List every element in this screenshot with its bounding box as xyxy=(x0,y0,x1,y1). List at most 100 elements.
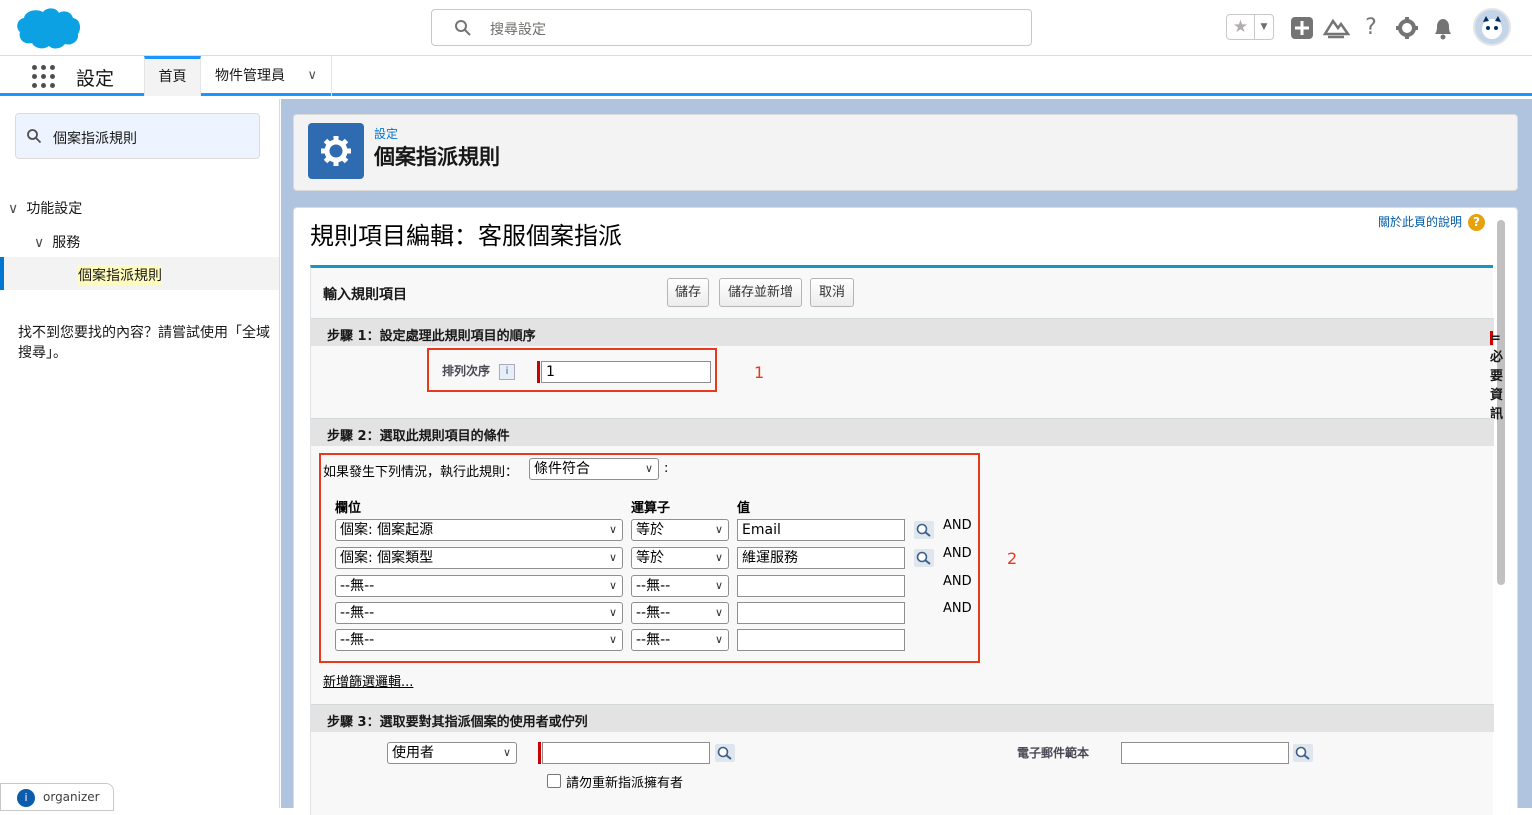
favorites-button[interactable]: ★ ▼ xyxy=(1226,14,1274,40)
criteria-value-input[interactable]: Email xyxy=(737,519,905,541)
gear-icon[interactable] xyxy=(1393,14,1421,42)
criteria-operator-select[interactable]: --無-- ∨ xyxy=(631,575,729,597)
chevron-down-icon: ∨ xyxy=(502,746,511,759)
setup-gear-icon xyxy=(308,123,364,179)
lookup-icon[interactable] xyxy=(914,521,934,539)
step1-header: 步驟 1：設定處理此規則項目的順序 = 必要資訊 xyxy=(311,318,1503,422)
tree-item-label: 個案指派規則 xyxy=(78,265,162,285)
help-link[interactable]: 關於此頁的說明? xyxy=(1378,213,1485,231)
criteria-field-select[interactable]: --無-- ∨ xyxy=(335,602,623,624)
assignee-input[interactable] xyxy=(542,742,710,764)
favorites-dropdown-icon[interactable]: ▼ xyxy=(1255,15,1273,39)
global-search-input[interactable]: 搜尋設定 xyxy=(431,9,1032,46)
lookup-icon[interactable] xyxy=(715,744,735,762)
chevron-down-icon: ∨ xyxy=(608,606,617,619)
chevron-down-icon: ∨ xyxy=(714,579,723,592)
quick-find-input[interactable]: 個案指派規則 xyxy=(15,113,260,159)
add-filter-logic-link[interactable]: 新增篩選邏輯... xyxy=(323,671,413,690)
criteria-value-input[interactable] xyxy=(737,629,905,651)
tree-item-case-assignment-rules[interactable]: 個案指派規則 xyxy=(0,257,279,290)
criteria-and-label: AND xyxy=(943,518,972,533)
column-header-operator: 運算子 xyxy=(631,501,671,516)
breadcrumb[interactable]: 設定 xyxy=(374,125,398,142)
organizer-button[interactable]: i organizer xyxy=(0,783,114,811)
page-header: 設定 個案指派規則 xyxy=(293,114,1518,191)
criteria-field-select[interactable]: 個案: 個案起源 ∨ xyxy=(335,519,623,541)
email-template-label: 電子郵件範本 xyxy=(1017,746,1090,760)
chevron-down-icon: ∨ xyxy=(608,579,617,592)
rule-entry-block: 輸入規則項目 儲存 儲存並新增 取消 步驟 1：設定處理此規則項目的順序 = 必… xyxy=(310,265,1503,815)
annotation-number-2: 2 xyxy=(1007,549,1018,568)
required-indicator xyxy=(538,742,541,764)
criteria-field-select[interactable]: --無-- ∨ xyxy=(335,629,623,651)
annotation-number-1: 1 xyxy=(754,363,765,382)
lookup-icon[interactable] xyxy=(1293,744,1313,762)
chevron-down-icon: ∨ xyxy=(714,606,723,619)
app-launcher-icon[interactable] xyxy=(32,65,56,89)
chevron-down-icon[interactable]: ∨ xyxy=(8,201,18,217)
tree-item-service[interactable]: ∨ 服務 xyxy=(34,232,80,252)
email-template-input[interactable] xyxy=(1121,742,1289,764)
criteria-operator-select[interactable]: --無-- ∨ xyxy=(631,629,729,651)
assignee-type-value: 使用者 xyxy=(392,745,434,761)
cancel-button[interactable]: 取消 xyxy=(810,278,854,307)
criteria-operator-value: 等於 xyxy=(636,550,664,566)
user-avatar[interactable] xyxy=(1473,8,1511,46)
tab-home[interactable]: 首頁 xyxy=(144,56,201,96)
save-button[interactable]: 儲存 xyxy=(667,278,709,307)
do-not-reassign-owner-checkbox[interactable] xyxy=(547,774,561,788)
step3-title: 步驟 3：選取要對其指派個案的使用者或佇列 xyxy=(327,715,588,730)
criteria-operator-select[interactable]: 等於 ∨ xyxy=(631,519,729,541)
criteria-field-value: 個案: 個案起源 xyxy=(340,522,434,538)
not-found-help-text: 找不到您要找的內容？請嘗試使用「全域搜尋」。 xyxy=(18,325,270,361)
star-icon[interactable]: ★ xyxy=(1227,15,1255,39)
criteria-field-select[interactable]: 個案: 個案類型 ∨ xyxy=(335,547,623,569)
tree-item-feature-settings[interactable]: ∨ 功能設定 xyxy=(8,198,82,218)
salesforce-logo[interactable] xyxy=(16,6,82,50)
lookup-icon[interactable] xyxy=(914,549,934,567)
info-icon[interactable]: i xyxy=(499,364,515,380)
criteria-field-value: 個案: 個案類型 xyxy=(340,550,434,566)
save-and-new-button[interactable]: 儲存並新增 xyxy=(719,278,802,307)
rule-entry-heading: 規則項目編輯：客服個案指派 xyxy=(310,222,622,250)
add-icon[interactable] xyxy=(1288,14,1316,42)
criteria-and-label: AND xyxy=(943,601,972,616)
help-link-label: 關於此頁的說明 xyxy=(1377,215,1462,229)
step2-header: 步驟 2：選取此規則項目的條件 xyxy=(311,418,1494,446)
search-icon xyxy=(455,20,471,36)
context-bar: 設定 首頁 物件管理員 ∨ xyxy=(0,56,1532,96)
help-icon[interactable]: ? xyxy=(1357,14,1385,42)
condition-prefix: 如果發生下列情況，執行此規則： xyxy=(323,465,519,480)
criteria-operator-select[interactable]: 等於 ∨ xyxy=(631,547,729,569)
criteria-value-input[interactable] xyxy=(737,602,905,624)
tab-object-manager-label: 物件管理員 xyxy=(215,68,285,84)
organizer-icon: i xyxy=(17,789,35,807)
assignee-type-select[interactable]: 使用者 ∨ xyxy=(387,742,517,764)
condition-select[interactable]: 條件符合 ∨ xyxy=(529,458,659,480)
criteria-operator-select[interactable]: --無-- ∨ xyxy=(631,602,729,624)
step2-title: 步驟 2：選取此規則項目的條件 xyxy=(327,429,510,444)
trailhead-icon[interactable] xyxy=(1322,14,1350,42)
sort-order-label: 排列次序 xyxy=(442,364,491,378)
bell-icon[interactable] xyxy=(1429,14,1457,42)
block-title: 輸入規則項目 xyxy=(323,287,407,303)
criteria-field-select[interactable]: --無-- ∨ xyxy=(335,575,623,597)
criteria-field-value: --無-- xyxy=(340,578,375,594)
organizer-label: organizer xyxy=(43,790,100,804)
condition-suffix: : xyxy=(664,461,669,476)
step1-title: 步驟 1：設定處理此規則項目的順序 xyxy=(327,329,536,344)
criteria-operator-value: 等於 xyxy=(636,522,664,538)
chevron-down-icon[interactable]: ∨ xyxy=(307,56,317,96)
do-not-reassign-owner-label: 請勿重新指派擁有者 xyxy=(566,776,684,791)
criteria-operator-value: --無-- xyxy=(636,632,671,648)
criteria-operator-value: --無-- xyxy=(636,578,671,594)
condition-select-value: 條件符合 xyxy=(534,461,590,477)
criteria-value-input[interactable]: 維運服務 xyxy=(737,547,905,569)
criteria-and-label: AND xyxy=(943,546,972,561)
sort-order-input[interactable]: 1 xyxy=(541,361,711,383)
chevron-down-icon[interactable]: ∨ xyxy=(34,235,44,251)
criteria-and-label: AND xyxy=(943,574,972,589)
criteria-value-input[interactable] xyxy=(737,575,905,597)
rule-entry-content: 規則項目編輯：客服個案指派 關於此頁的說明? 輸入規則項目 儲存 儲存並新增 取… xyxy=(293,207,1518,815)
tab-object-manager[interactable]: 物件管理員 ∨ xyxy=(201,56,332,96)
